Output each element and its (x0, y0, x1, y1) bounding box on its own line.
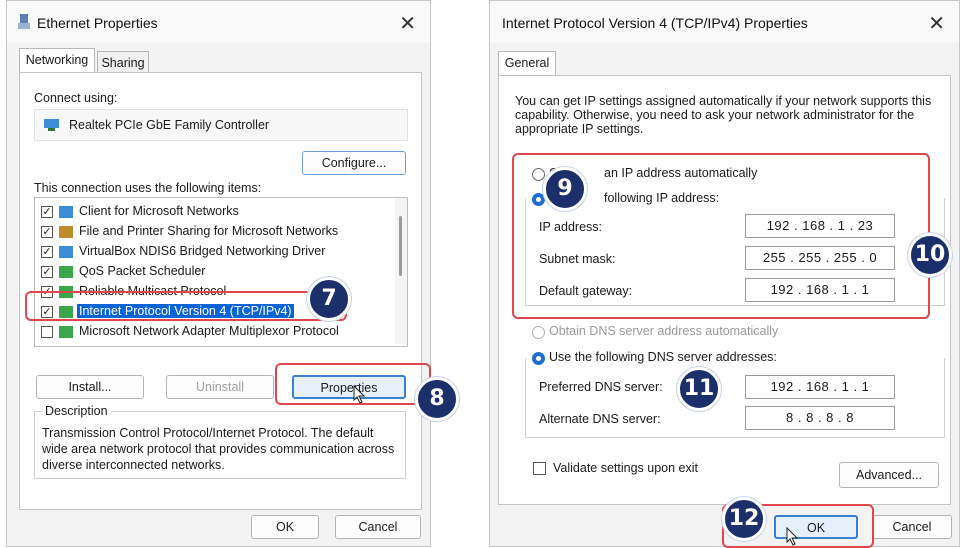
preferred-dns-label: Preferred DNS server: (539, 380, 663, 394)
item-checkbox[interactable]: ✓ (41, 266, 53, 278)
ipv4-properties-dialog: Internet Protocol Version 4 (TCP/IPv4) P… (489, 0, 960, 548)
network-component-icon (59, 206, 73, 218)
item-label: QoS Packet Scheduler (79, 264, 206, 278)
ethernet-icon (18, 14, 30, 29)
step-badge-10: 10 (908, 233, 952, 277)
item-label: File and Printer Sharing for Microsoft N… (79, 224, 339, 238)
ethernet-properties-dialog: Ethernet Properties ✕ Networking Sharing… (6, 0, 459, 547)
advanced-button[interactable]: Advanced... (839, 462, 939, 488)
intro-text: You can get IP settings assigned automat… (515, 94, 932, 136)
step-badge-8: 8 (415, 377, 459, 421)
uninstall-button: Uninstall (166, 375, 274, 399)
dialog-title: Internet Protocol Version 4 (TCP/IPv4) P… (502, 15, 808, 31)
ipv4-highlight (25, 291, 347, 321)
description-label: Description (42, 404, 111, 418)
list-item[interactable]: ✓ Client for Microsoft Networks (35, 202, 393, 222)
preferred-dns-field[interactable]: 192 . 168 . 1 . 1 (745, 375, 895, 399)
list-item[interactable]: ✓ VirtualBox NDIS6 Bridged Networking Dri… (35, 242, 393, 262)
step-badge-7: 7 (307, 277, 351, 321)
cancel-button[interactable]: Cancel (335, 515, 421, 539)
step-badge-12: 12 (722, 497, 766, 541)
cursor-pointer-icon (353, 385, 366, 404)
obtain-dns-radio[interactable] (532, 326, 545, 339)
cancel-button[interactable]: Cancel (872, 515, 952, 539)
title-bar: Internet Protocol Version 4 (TCP/IPv4) P… (490, 1, 959, 43)
list-item[interactable]: ✓ File and Printer Sharing for Microsoft … (35, 222, 393, 242)
step-badge-11: 11 (677, 367, 721, 411)
components-list[interactable]: ✓ Client for Microsoft Networks ✓ File and … (34, 197, 408, 347)
close-button[interactable]: ✕ (399, 11, 416, 36)
network-component-icon (59, 266, 73, 278)
configure-button[interactable]: Configure... (302, 151, 406, 175)
network-component-icon (59, 226, 73, 238)
items-label: This connection uses the following items… (34, 181, 262, 195)
alternate-dns-label: Alternate DNS server: (539, 412, 661, 426)
step-badge-9: 9 (543, 167, 587, 211)
list-item[interactable]: Microsoft Network Adapter Multiplexor Pr… (35, 322, 393, 342)
tab-networking[interactable]: Networking (19, 48, 95, 72)
description-text: Transmission Control Protocol/Internet P… (42, 426, 395, 472)
scrollbar-thumb[interactable] (399, 216, 402, 276)
item-label: Microsoft Network Adapter Multiplexor Pr… (79, 324, 339, 338)
validate-label: Validate settings upon exit (553, 461, 699, 475)
ok-button[interactable]: OK (251, 515, 319, 539)
network-component-icon (59, 246, 73, 258)
item-checkbox[interactable]: ✓ (41, 246, 53, 258)
tab-general[interactable]: General (498, 51, 556, 75)
item-checkbox[interactable]: ✓ (41, 206, 53, 218)
close-button[interactable]: ✕ (928, 11, 945, 36)
validate-checkbox[interactable] (533, 462, 546, 475)
cursor-pointer-icon (786, 527, 799, 546)
dialog-title: Ethernet Properties (37, 15, 158, 31)
tab-sharing[interactable]: Sharing (97, 51, 149, 72)
obtain-dns-label: Obtain DNS server address automatically (549, 324, 779, 338)
network-adapter-icon (44, 119, 59, 131)
install-button[interactable]: Install... (36, 375, 144, 399)
item-label: Client for Microsoft Networks (79, 204, 239, 218)
network-component-icon (59, 326, 73, 338)
item-checkbox[interactable]: ✓ (41, 226, 53, 238)
title-bar: Ethernet Properties ✕ (7, 1, 430, 43)
alternate-dns-field[interactable]: 8 . 8 . 8 . 8 (745, 406, 895, 430)
connect-using-label: Connect using: (34, 91, 118, 105)
adapter-box: Realtek PCIe GbE Family Controller (34, 109, 408, 141)
scrollbar[interactable] (395, 198, 407, 344)
item-checkbox[interactable] (41, 326, 53, 338)
item-label: VirtualBox NDIS6 Bridged Networking Driv… (79, 244, 326, 258)
adapter-name: Realtek PCIe GbE Family Controller (69, 118, 270, 132)
